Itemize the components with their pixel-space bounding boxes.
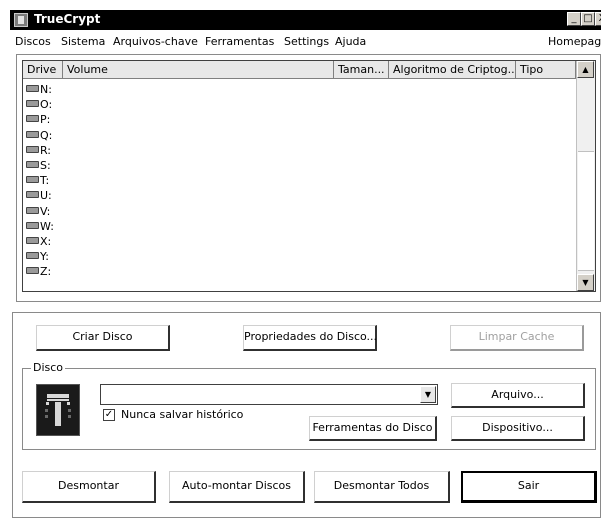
scroll-up-arrow-icon[interactable]: ▲ bbox=[577, 61, 594, 78]
drive-letter: P: bbox=[40, 113, 51, 127]
drive-icon bbox=[26, 176, 39, 184]
drive-icon bbox=[26, 267, 39, 275]
menu-sistema[interactable]: Sistema bbox=[61, 35, 105, 48]
minimize-button[interactable]: _ bbox=[567, 12, 581, 26]
scrollbar-thumb[interactable] bbox=[578, 151, 594, 271]
drive-letter: U: bbox=[40, 189, 52, 203]
menu-ajuda[interactable]: Ajuda bbox=[335, 35, 366, 48]
volume-path-combobox[interactable]: ▼ bbox=[100, 384, 438, 405]
exit-button[interactable]: Sair bbox=[461, 471, 597, 503]
wipe-cache-button[interactable]: Limpar Cache bbox=[450, 325, 584, 351]
drive-icon bbox=[26, 221, 39, 229]
drive-icon bbox=[26, 130, 39, 138]
drive-icon bbox=[26, 100, 39, 108]
auto-mount-button[interactable]: Auto-montar Discos bbox=[169, 471, 305, 503]
drive-icon bbox=[26, 160, 39, 168]
volume-row[interactable]: N: bbox=[26, 82, 54, 97]
volume-group-label: Disco bbox=[31, 361, 66, 374]
create-volume-button[interactable]: Criar Disco bbox=[36, 325, 170, 351]
drive-letter: Z: bbox=[40, 265, 52, 279]
volume-row[interactable]: P: bbox=[26, 112, 54, 127]
truecrypt-logo bbox=[36, 384, 80, 436]
never-save-history-checkbox[interactable]: ✓ bbox=[103, 409, 115, 421]
drive-icon bbox=[26, 206, 39, 214]
volume-row[interactable]: V: bbox=[26, 204, 54, 219]
drive-icon bbox=[26, 115, 39, 123]
select-device-button[interactable]: Dispositivo... bbox=[451, 416, 585, 441]
drive-letter: O: bbox=[40, 98, 53, 112]
volume-list[interactable]: Drive Volume Taman... Algoritmo de Cript… bbox=[22, 60, 596, 292]
chevron-down-icon[interactable]: ▼ bbox=[420, 386, 436, 403]
drive-letter: W: bbox=[40, 219, 54, 233]
dismount-all-button[interactable]: Desmontar Todos bbox=[314, 471, 450, 503]
close-button[interactable]: X bbox=[595, 12, 601, 26]
drive-letter: V: bbox=[40, 204, 51, 218]
volume-row[interactable]: X: bbox=[26, 234, 54, 249]
menu-settings[interactable]: Settings bbox=[284, 35, 329, 48]
select-file-button[interactable]: Arquivo... bbox=[451, 383, 585, 408]
drive-icon bbox=[26, 85, 39, 92]
window-title: TrueCrypt bbox=[34, 12, 101, 26]
drive-icon bbox=[26, 145, 39, 153]
volume-list-rows: N: O: P: Q: R: S: T: U: V: W: X: Y: Z: bbox=[26, 82, 54, 279]
drive-icon bbox=[26, 236, 39, 244]
volume-row[interactable]: Y: bbox=[26, 249, 54, 264]
drive-letter: X: bbox=[40, 234, 52, 248]
volume-row[interactable]: T: bbox=[26, 173, 54, 188]
menu-bar: Discos Sistema Arquivos-chave Ferramenta… bbox=[10, 32, 601, 52]
column-size[interactable]: Taman... bbox=[334, 61, 389, 78]
volume-row[interactable]: Q: bbox=[26, 128, 54, 143]
homepage-link[interactable]: Homepage bbox=[548, 35, 601, 48]
drive-letter: Y: bbox=[40, 250, 49, 264]
volume-row[interactable]: W: bbox=[26, 219, 54, 234]
volume-row[interactable]: Z: bbox=[26, 264, 54, 279]
column-type[interactable]: Tipo bbox=[516, 61, 576, 78]
volume-row[interactable]: R: bbox=[26, 143, 54, 158]
drive-icon bbox=[26, 252, 39, 260]
menu-arquivos-chave[interactable]: Arquivos-chave bbox=[113, 35, 198, 48]
scroll-down-arrow-icon[interactable]: ▼ bbox=[577, 274, 594, 291]
truecrypt-logo-icon bbox=[37, 385, 79, 435]
title-bar: TrueCrypt _ □ X bbox=[10, 10, 601, 30]
dismount-button[interactable]: Desmontar bbox=[22, 471, 156, 503]
maximize-button[interactable]: □ bbox=[581, 12, 595, 26]
volume-row[interactable]: U: bbox=[26, 188, 54, 203]
never-save-history-label: Nunca salvar histórico bbox=[121, 408, 244, 421]
volume-list-scrollbar[interactable]: ▲ ▼ bbox=[576, 61, 595, 291]
column-volume[interactable]: Volume bbox=[63, 61, 334, 78]
column-encryption-algorithm[interactable]: Algoritmo de Criptog... bbox=[389, 61, 516, 78]
volume-properties-button[interactable]: Propriedades do Disco... bbox=[243, 325, 377, 351]
drive-letter: Q: bbox=[40, 128, 53, 142]
drive-letter: R: bbox=[40, 143, 52, 157]
truecrypt-app-icon bbox=[14, 13, 28, 27]
drive-letter: N: bbox=[40, 83, 52, 96]
volume-tools-button[interactable]: Ferramentas do Disco bbox=[309, 416, 437, 441]
drive-letter: T: bbox=[40, 174, 50, 188]
menu-ferramentas[interactable]: Ferramentas bbox=[205, 35, 274, 48]
drive-icon bbox=[26, 191, 39, 199]
volume-list-header: Drive Volume Taman... Algoritmo de Cript… bbox=[23, 61, 576, 79]
column-drive[interactable]: Drive bbox=[23, 61, 63, 78]
volume-row[interactable]: S: bbox=[26, 158, 54, 173]
drive-letter: S: bbox=[40, 158, 51, 172]
volume-row[interactable]: O: bbox=[26, 97, 54, 112]
menu-discos[interactable]: Discos bbox=[15, 35, 51, 48]
